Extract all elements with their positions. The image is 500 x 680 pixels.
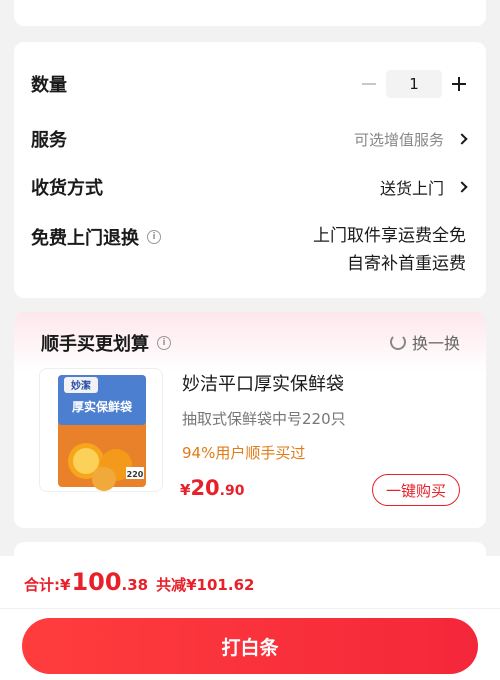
free-return-line2: 自寄补首重运费 [347, 254, 466, 274]
product-name[interactable]: 妙洁平口厚实保鲜袋 [182, 370, 344, 396]
total-dec: .38 [121, 576, 149, 594]
total-summary: 合计: ¥ 100 .38 共减¥101.62 [24, 568, 254, 596]
image-count-text: 220 [127, 470, 144, 479]
product-price: ¥20.90 [180, 476, 244, 500]
order-options-card: 数量 1 服务 可选增值服务 收货方式 送货上门 免费上门退换 i 上门取件享运… [14, 42, 486, 298]
price-dec: .90 [219, 483, 245, 499]
service-value: 可选增值服务 [353, 130, 444, 149]
recommend-title: 顺手买更划算 [41, 334, 149, 355]
swap-button[interactable]: 换一换 [389, 330, 460, 354]
refresh-icon [389, 334, 406, 350]
price-int: 20 [190, 476, 220, 500]
quantity-row: 数量 1 [31, 70, 466, 98]
free-return-detail: 上门取件享运费全免 自寄补首重运费 [313, 222, 466, 278]
pay-button[interactable]: 打白条 [22, 618, 478, 674]
info-icon[interactable]: i [157, 336, 171, 350]
one-click-buy-button[interactable]: 一键购买 [372, 474, 460, 506]
product-image[interactable]: 妙潔 厚实保鲜袋 220 [39, 368, 163, 492]
quantity-stepper: 1 [362, 70, 466, 98]
total-int: 100 [71, 568, 122, 596]
free-return-label: 免费上门退换 [31, 228, 139, 249]
product-package-image: 妙潔 厚实保鲜袋 220 [58, 375, 146, 491]
chevron-right-icon [456, 133, 468, 145]
previous-card [14, 0, 486, 26]
image-brand-text: 妙潔 [71, 379, 91, 392]
quantity-label: 数量 [31, 75, 67, 96]
free-return-row: 免费上门退换 i 上门取件享运费全免 自寄补首重运费 [31, 222, 466, 278]
quantity-input[interactable]: 1 [386, 70, 442, 98]
service-row[interactable]: 服务 可选增值服务 [31, 126, 468, 152]
product-note: 94%用户顺手买过 [182, 444, 306, 462]
product-spec: 抽取式保鲜袋中号220只 [182, 410, 346, 428]
total-symbol: ¥ [60, 576, 71, 594]
delivery-value: 送货上门 [379, 179, 444, 198]
total-label: 合计: [24, 576, 60, 594]
service-label: 服务 [31, 130, 67, 151]
image-title-text: 厚实保鲜袋 [72, 399, 133, 414]
total-discount: 共减¥101.62 [156, 576, 255, 594]
price-symbol: ¥ [180, 481, 191, 499]
delivery-label: 收货方式 [31, 178, 103, 199]
free-return-line1: 上门取件享运费全免 [313, 226, 466, 246]
info-icon[interactable]: i [147, 230, 161, 244]
delivery-row[interactable]: 收货方式 送货上门 [31, 174, 468, 200]
minus-icon[interactable] [362, 83, 376, 85]
divider [0, 608, 500, 609]
recommend-card: 顺手买更划算 i 换一换 妙潔 厚实保鲜袋 220 妙洁平口厚实保鲜袋 抽取式保… [14, 312, 486, 528]
swap-label: 换一换 [411, 334, 460, 353]
plus-icon[interactable] [452, 77, 466, 91]
chevron-right-icon [456, 181, 468, 193]
